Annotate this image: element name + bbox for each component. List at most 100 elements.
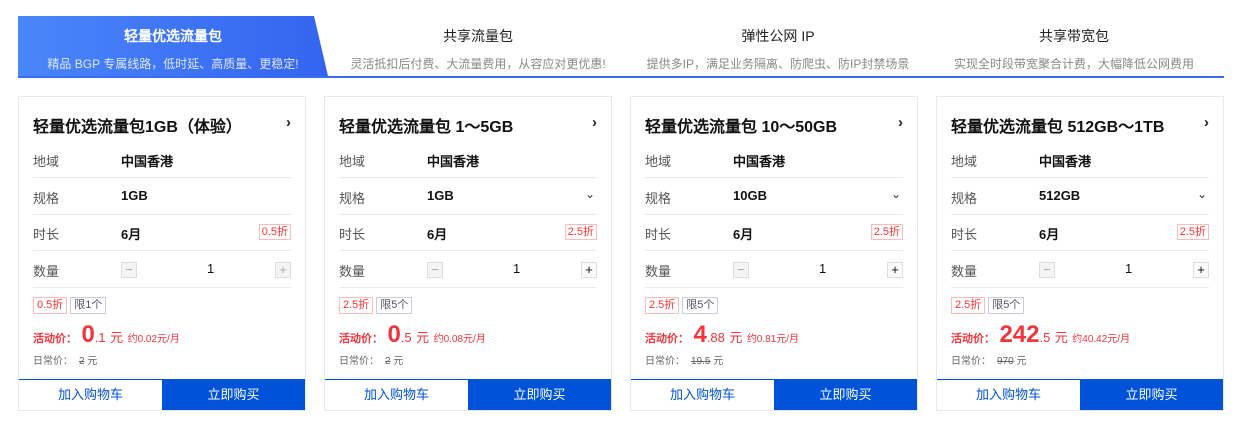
- quantity-input[interactable]: 1: [1125, 261, 1132, 276]
- currency-unit: 元: [713, 356, 724, 367]
- buy-now-button[interactable]: 立即购买: [774, 380, 917, 410]
- quantity-label: 数量: [645, 264, 672, 279]
- promo-label: 活动价：: [339, 333, 383, 345]
- quantity-label: 数量: [33, 264, 60, 279]
- chevron-right-icon[interactable]: ›: [592, 114, 597, 131]
- buy-now-button[interactable]: 立即购买: [162, 380, 305, 410]
- quantity-input[interactable]: 1: [207, 261, 214, 276]
- limit-tag: 限5个: [988, 297, 1025, 314]
- spec-row[interactable]: 规格 1GB: [33, 178, 291, 215]
- spec-row[interactable]: 规格 512GB ⌄: [951, 178, 1209, 215]
- spec-select[interactable]: 10GB: [733, 188, 767, 203]
- card-title[interactable]: 轻量优选流量包 1～5GB: [339, 113, 513, 137]
- promo-price: 活动价： 0.5 元 约0.08元/月: [339, 321, 486, 349]
- regular-label: 日常价：: [33, 356, 73, 367]
- tab-title: 轻量优选流量包: [124, 28, 222, 44]
- card-actions: 加入购物车 立即购买: [631, 379, 917, 410]
- quantity-row: 数量 − 1 +: [33, 251, 291, 288]
- increment-button[interactable]: +: [1193, 262, 1209, 278]
- duration-label: 时长: [339, 227, 366, 242]
- chevron-right-icon[interactable]: ›: [1204, 114, 1209, 131]
- duration-label: 时长: [645, 227, 672, 242]
- region-label: 地域: [645, 154, 672, 169]
- chevron-right-icon[interactable]: ›: [898, 114, 903, 131]
- regular-value: 19.5: [691, 356, 711, 367]
- tab-shared-traffic[interactable]: 共享流量包 灵活抵扣后付费、大流量费用，从容应对更优惠!: [328, 16, 628, 76]
- product-card: 轻量优选流量包1GB（体验） › 地域 中国香港 规格 1GB 时长 6月 0.5折 数…: [18, 96, 306, 411]
- increment-button[interactable]: +: [275, 262, 291, 278]
- tags: 2.5折 限5个: [339, 297, 415, 314]
- region-value: 中国香港: [121, 154, 174, 169]
- spec-row[interactable]: 规格 10GB ⌄: [645, 178, 903, 215]
- regular-price: 日常价： 19.5 元: [645, 352, 723, 367]
- quantity-input[interactable]: 1: [819, 261, 826, 276]
- decrement-button[interactable]: −: [121, 262, 137, 278]
- currency-unit: 元: [87, 356, 98, 367]
- chevron-down-icon[interactable]: ⌄: [891, 187, 901, 201]
- tab-elastic-ip[interactable]: 弹性公网 IP 提供多IP，满足业务隔离、防爬虫、防IP封禁场景: [628, 16, 928, 76]
- tab-title: 弹性公网 IP: [741, 28, 815, 44]
- quantity-label: 数量: [951, 264, 978, 279]
- chevron-right-icon[interactable]: ›: [286, 114, 291, 131]
- regular-value: 970: [997, 356, 1014, 367]
- spec-select[interactable]: 512GB: [1039, 188, 1080, 203]
- region-row: 地域 中国香港: [645, 141, 903, 178]
- decrement-button[interactable]: −: [1039, 262, 1055, 278]
- tab-subtitle: 提供多IP，满足业务隔离、防爬虫、防IP封禁场景: [646, 57, 910, 71]
- quantity-input[interactable]: 1: [513, 261, 520, 276]
- duration-row: 时长 6月 0.5折: [33, 214, 291, 251]
- add-to-cart-button[interactable]: 加入购物车: [19, 380, 162, 410]
- card-actions: 加入购物车 立即购买: [19, 379, 305, 410]
- chevron-down-icon[interactable]: ⌄: [585, 187, 595, 201]
- spec-label: 规格: [33, 191, 60, 206]
- add-to-cart-button[interactable]: 加入购物车: [937, 380, 1080, 410]
- monthly-price: 约40.42元/月: [1072, 334, 1131, 345]
- spec-label: 规格: [951, 191, 978, 206]
- duration-row: 时长 6月 2.5折: [951, 214, 1209, 251]
- product-card: 轻量优选流量包 512GB～1TB › 地域 中国香港 规格 512GB ⌄ 时长 6月…: [936, 96, 1224, 411]
- buy-now-button[interactable]: 立即购买: [468, 380, 611, 410]
- duration-value[interactable]: 6月: [733, 224, 753, 243]
- increment-button[interactable]: +: [887, 262, 903, 278]
- card-title[interactable]: 轻量优选流量包 10～50GB: [645, 113, 837, 137]
- region-value: 中国香港: [1039, 154, 1092, 169]
- spec-select[interactable]: 1GB: [427, 188, 454, 203]
- monthly-price: 约0.08元/月: [433, 334, 486, 345]
- currency-unit: 元: [729, 330, 743, 345]
- tab-title: 共享流量包: [443, 28, 513, 44]
- region-label: 地域: [951, 154, 978, 169]
- chevron-down-icon[interactable]: ⌄: [1197, 187, 1207, 201]
- card-actions: 加入购物车 立即购买: [325, 379, 611, 410]
- price-integer: 242: [999, 321, 1040, 348]
- spec-select[interactable]: 1GB: [121, 188, 148, 203]
- add-to-cart-button[interactable]: 加入购物车: [325, 380, 468, 410]
- discount-badge: 2.5折: [1176, 224, 1209, 240]
- decrement-button[interactable]: −: [733, 262, 749, 278]
- card-title[interactable]: 轻量优选流量包 512GB～1TB: [951, 113, 1164, 137]
- regular-price: 日常价： 2 元: [339, 352, 403, 367]
- duration-value[interactable]: 6月: [121, 224, 141, 243]
- regular-label: 日常价：: [339, 356, 379, 367]
- tab-shared-bandwidth[interactable]: 共享带宽包 实现全时段带宽聚合计费，大幅降低公网费用: [924, 16, 1224, 76]
- currency-unit: 元: [1054, 330, 1068, 345]
- spec-row[interactable]: 规格 1GB ⌄: [339, 178, 597, 215]
- card-title[interactable]: 轻量优选流量包1GB（体验）: [33, 113, 242, 137]
- duration-label: 时长: [951, 227, 978, 242]
- decrement-button[interactable]: −: [427, 262, 443, 278]
- promo-price: 活动价： 242.5 元 约40.42元/月: [951, 321, 1130, 349]
- tab-lightweight-traffic[interactable]: 轻量优选流量包 精品 BGP 专属线路，低时延、高质量、更稳定!: [18, 16, 328, 76]
- discount-badge: 2.5折: [564, 224, 597, 240]
- price-decimal: .5: [1039, 330, 1051, 345]
- add-to-cart-button[interactable]: 加入购物车: [631, 380, 774, 410]
- increment-button[interactable]: +: [581, 262, 597, 278]
- buy-now-button[interactable]: 立即购买: [1080, 380, 1223, 410]
- currency-unit: 元: [393, 356, 404, 367]
- duration-row: 时长 6月 2.5折: [645, 214, 903, 251]
- region-label: 地域: [339, 154, 366, 169]
- regular-label: 日常价：: [951, 356, 991, 367]
- product-card: 轻量优选流量包 10～50GB › 地域 中国香港 规格 10GB ⌄ 时长 6月 2.5…: [630, 96, 918, 411]
- spec-label: 规格: [339, 191, 366, 206]
- duration-value[interactable]: 6月: [427, 224, 447, 243]
- duration-value[interactable]: 6月: [1039, 224, 1059, 243]
- quantity-label: 数量: [339, 264, 366, 279]
